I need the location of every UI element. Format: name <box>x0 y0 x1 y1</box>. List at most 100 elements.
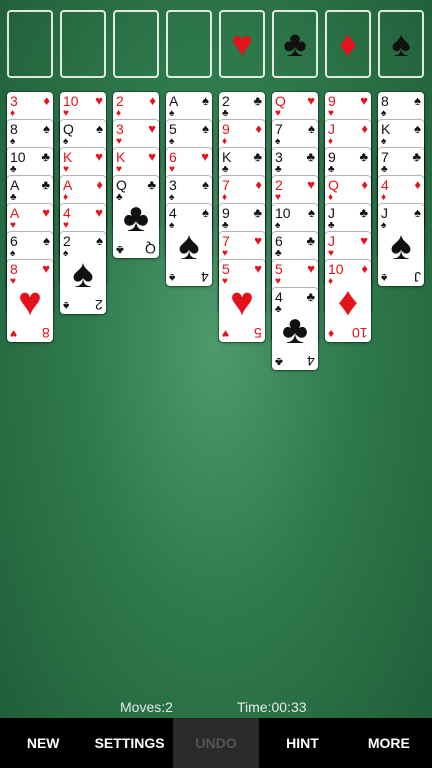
card-suit-icon: ♣ <box>147 177 156 192</box>
card-center-suit-icon: ♠ <box>390 224 412 268</box>
settings-button[interactable]: SETTINGS <box>86 718 172 768</box>
card-suit-icon: ♥ <box>254 233 262 248</box>
card-rank: 9 <box>222 121 230 137</box>
card-pip-icon: ♠ <box>63 136 69 147</box>
card-rank: 7 <box>222 233 230 249</box>
foundation-1[interactable]: ♥ <box>219 10 265 78</box>
card-rank: 3 <box>116 121 124 137</box>
playing-card[interactable]: Q ♣ ♣ ♣ Q ♣ <box>113 176 159 258</box>
card-pip-icon: ♣ <box>275 248 282 259</box>
card-suit-icon: ♥ <box>95 149 103 164</box>
card-rank: J <box>328 233 335 249</box>
card-rank: 3 <box>10 93 18 109</box>
card-rank: 6 <box>169 149 177 165</box>
card-pip-icon: ♦ <box>222 136 228 147</box>
card-pip-icon: ♥ <box>63 108 69 119</box>
card-suit-bottom-icon: ♠ <box>381 271 388 285</box>
card-rank: 6 <box>275 233 283 249</box>
card-suit-icon: ♠ <box>414 93 421 108</box>
more-button[interactable]: MORE <box>346 718 432 768</box>
foundation-4[interactable]: ♠ <box>378 10 424 78</box>
card-suit-icon: ♣ <box>253 205 262 220</box>
card-pip-icon: ♠ <box>275 136 281 147</box>
card-rank: 6 <box>10 233 18 249</box>
card-rank: 5 <box>275 261 283 277</box>
card-center-suit-icon: ♥ <box>18 280 42 324</box>
timer: Time:00:33 <box>237 699 307 715</box>
moves-value: 2 <box>165 699 173 715</box>
card-rank: 4 <box>63 205 71 221</box>
card-pip-icon: ♣ <box>10 164 17 175</box>
card-rank: 9 <box>328 149 336 165</box>
hint-button[interactable]: HINT <box>259 718 345 768</box>
card-rank: 10 <box>328 261 344 277</box>
card-pip-icon: ♥ <box>328 248 334 259</box>
card-pip-icon: ♥ <box>63 220 69 231</box>
card-center-suit-icon: ♦ <box>337 280 359 324</box>
playing-card[interactable]: 4 ♠ ♠ ♠ 4 ♠ <box>166 204 212 286</box>
card-rank-bottom: J <box>414 269 421 285</box>
card-rank: A <box>169 93 179 109</box>
card-suit-icon: ♠ <box>414 205 421 220</box>
playing-card[interactable]: 5 ♥ ♥ ♥ 5 ♥ <box>219 260 265 342</box>
card-suit-icon: ♦ <box>149 93 156 108</box>
card-pip-icon: ♣ <box>328 220 335 231</box>
card-suit-icon: ♦ <box>414 177 421 192</box>
foundation-3[interactable]: ♦ <box>325 10 371 78</box>
free-cell-2[interactable] <box>60 10 106 78</box>
playing-card[interactable]: 8 ♥ ♥ ♥ 8 ♥ <box>7 260 53 342</box>
card-pip-icon: ♥ <box>222 248 228 259</box>
card-pip-icon: ♣ <box>222 108 229 119</box>
card-suit-icon: ♥ <box>307 261 315 276</box>
card-rank-bottom: 5 <box>254 325 262 341</box>
card-center-suit-icon: ♣ <box>281 308 309 352</box>
card-suit-icon: ♦ <box>255 177 262 192</box>
playing-card[interactable]: J ♠ ♠ ♠ J ♠ <box>378 204 424 286</box>
playing-card[interactable]: 10 ♦ ♦ ♦ 10 ♦ <box>325 260 371 342</box>
card-suit-icon: ♦ <box>361 177 368 192</box>
free-cell-1[interactable] <box>7 10 53 78</box>
foundation-2[interactable]: ♣ <box>272 10 318 78</box>
new-game-button[interactable]: NEW <box>0 718 86 768</box>
moves-label: Moves: <box>120 699 166 715</box>
card-suit-icon: ♣ <box>306 233 315 248</box>
card-rank: 10 <box>10 149 26 165</box>
card-suit-icon: ♣ <box>359 149 368 164</box>
free-cell-4[interactable] <box>166 10 212 78</box>
card-suit-icon: ♠ <box>202 177 209 192</box>
card-suit-icon: ♦ <box>43 93 50 108</box>
card-pip-icon: ♦ <box>381 192 387 203</box>
card-rank: K <box>222 149 232 165</box>
card-rank: 4 <box>381 177 389 193</box>
card-suit-icon: ♠ <box>202 121 209 136</box>
card-suit-icon: ♦ <box>361 121 368 136</box>
playing-card[interactable]: 2 ♠ ♠ ♠ 2 ♠ <box>60 232 106 314</box>
card-rank-bottom: 8 <box>42 325 50 341</box>
card-rank: K <box>116 149 126 165</box>
card-suit-icon: ♣ <box>306 289 315 304</box>
card-pip-icon: ♥ <box>275 276 281 287</box>
card-rank: 9 <box>222 205 230 221</box>
card-rank-bottom: 2 <box>95 297 103 313</box>
card-suit-icon: ♣ <box>253 93 262 108</box>
card-rank-bottom: 10 <box>352 325 368 341</box>
card-rank: 4 <box>275 289 283 305</box>
card-suit-bottom-icon: ♣ <box>116 243 124 257</box>
card-rank: 5 <box>222 261 230 277</box>
card-rank: 7 <box>275 121 283 137</box>
card-rank-bottom: 4 <box>201 269 209 285</box>
card-suit-icon: ♣ <box>41 177 50 192</box>
card-pip-icon: ♥ <box>10 220 16 231</box>
card-pip-icon: ♠ <box>381 136 387 147</box>
card-suit-icon: ♠ <box>308 121 315 136</box>
free-cell-3[interactable] <box>113 10 159 78</box>
card-suit-icon: ♥ <box>307 177 315 192</box>
card-pip-icon: ♥ <box>169 164 175 175</box>
foundation-suit-icon: ♥ <box>231 23 253 64</box>
card-rank: J <box>328 205 335 221</box>
undo-button[interactable]: UNDO <box>172 718 260 768</box>
playing-card[interactable]: 4 ♣ ♣ ♣ 4 ♣ <box>272 288 318 370</box>
card-rank-bottom: 4 <box>307 353 315 369</box>
card-rank: 7 <box>222 177 230 193</box>
card-pip-icon: ♦ <box>63 192 69 203</box>
